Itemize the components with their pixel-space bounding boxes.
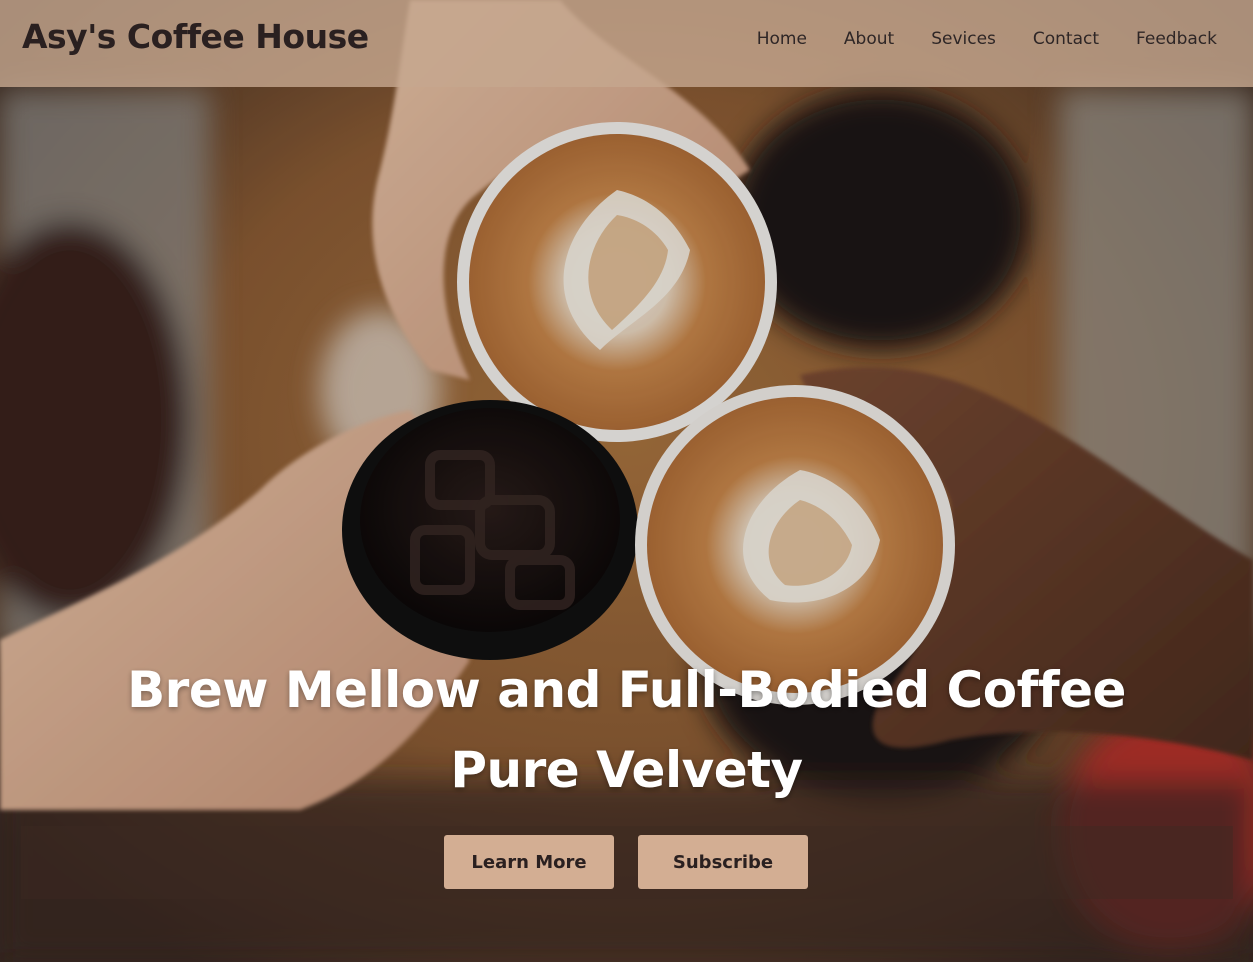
hero-headline-line-1: Brew Mellow and Full-Bodied Coffee	[127, 661, 1126, 719]
landing-page: Asy's Coffee House Home About Sevices Co…	[0, 0, 1253, 962]
nav-link-about[interactable]: About	[844, 28, 894, 50]
nav-link-feedback[interactable]: Feedback	[1136, 28, 1217, 50]
hero-background-image	[0, 0, 1253, 962]
cta-bar: Learn More Subscribe	[21, 826, 1233, 899]
subscribe-button[interactable]: Subscribe	[638, 835, 808, 889]
nav-link-contact[interactable]: Contact	[1033, 28, 1099, 50]
hero-headline: Brew Mellow and Full-Bodied Coffee Pure …	[0, 650, 1253, 810]
learn-more-button[interactable]: Learn More	[444, 835, 614, 889]
hero-headline-line-2: Pure Velvety	[450, 741, 803, 799]
nav-link-services[interactable]: Sevices	[931, 28, 996, 50]
brand-logo-text[interactable]: Asy's Coffee House	[22, 17, 369, 56]
nav-link-home[interactable]: Home	[757, 28, 807, 50]
main-nav: Home About Sevices Contact Feedback	[720, 28, 1217, 50]
site-header: Asy's Coffee House Home About Sevices Co…	[0, 0, 1253, 87]
